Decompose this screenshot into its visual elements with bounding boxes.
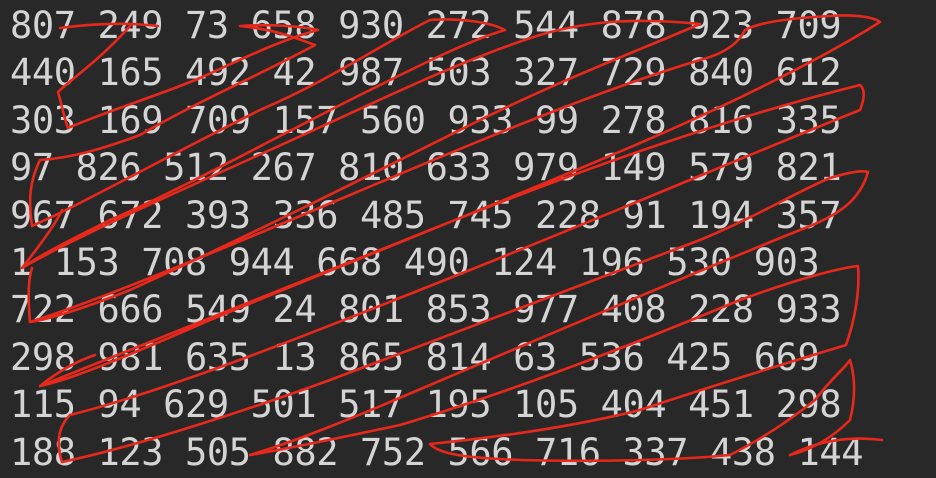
number-row-6: 1 153 708 944 668 490 124 196 530 903 — [10, 240, 820, 284]
number-row-5: 967 672 393 336 485 745 228 91 194 357 — [10, 193, 842, 237]
number-row-1: 807 249 73 658 930 272 544 878 923 709 — [10, 4, 842, 47]
number-row-8: 298 981 635 13 865 814 63 536 425 669 — [10, 335, 820, 379]
number-row-9: 115 94 629 501 517 195 105 404 451 298 — [10, 383, 842, 427]
number-row-7: 722 666 549 24 801 853 977 408 228 933 — [10, 288, 842, 332]
number-grid: 807 249 73 658 930 272 544 878 923 709 4… — [10, 2, 936, 476]
number-row-2: 440 165 492 42 987 503 327 729 840 612 — [10, 51, 842, 95]
number-row-10: 188 123 505 882 752 566 716 337 438 144 — [10, 430, 864, 474]
number-row-3: 303 169 709 157 560 933 99 278 816 335 — [10, 98, 842, 142]
number-row-4: 97 826 512 267 810 633 979 149 579 821 — [10, 146, 842, 190]
